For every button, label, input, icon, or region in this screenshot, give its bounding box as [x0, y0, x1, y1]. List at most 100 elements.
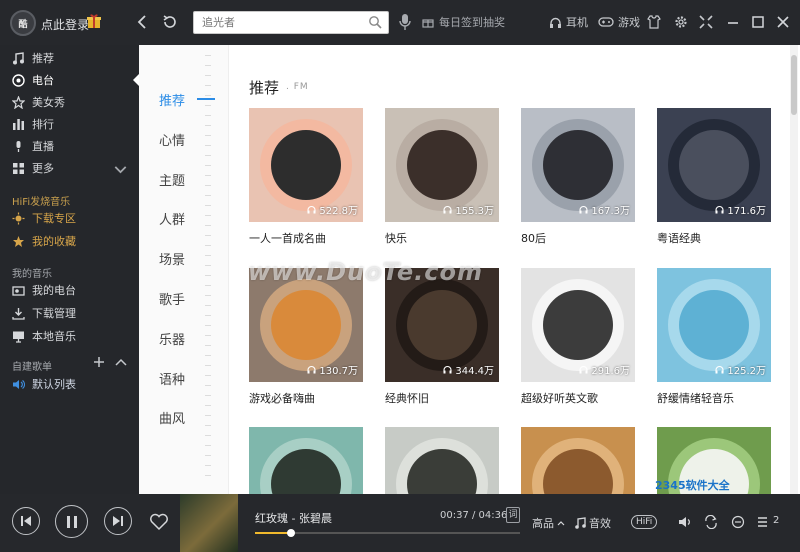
sidebar-item-local-music[interactable]: 本地音乐: [0, 325, 139, 347]
sidebar-item-ranking[interactable]: 排行: [0, 113, 139, 135]
sidebar-item-label: 下载管理: [32, 307, 76, 320]
sound-effect-button[interactable]: 音效: [575, 515, 611, 531]
sidebar-item-radio[interactable]: 电台: [0, 69, 139, 91]
plus-icon[interactable]: [93, 356, 105, 368]
player-bar: 红玫瑰 - 张碧晨 00:37 / 04:36 词 高品 音效 HiFi 2: [0, 494, 800, 552]
sidebar-item-download-zone[interactable]: 下载专区: [0, 207, 139, 229]
desktop-lyrics-icon[interactable]: [731, 515, 745, 529]
skin-icon[interactable]: [646, 14, 662, 30]
sidebar-item-recommend[interactable]: 推荐: [0, 47, 139, 69]
radio-card-cover[interactable]: 167.3万: [521, 108, 635, 222]
radio-card[interactable]: [249, 427, 363, 494]
sidebar-item-live[interactable]: 直播: [0, 135, 139, 157]
sidebar-item-beauty-show[interactable]: 美女秀: [0, 91, 139, 113]
gear-icon[interactable]: [673, 14, 689, 30]
download-icon: [12, 307, 25, 320]
playlist-icon[interactable]: [757, 515, 771, 529]
radio-card[interactable]: 167.3万 80后: [521, 108, 635, 245]
radio-card-cover[interactable]: 291.6万: [521, 268, 635, 382]
radio-card-cover[interactable]: 125.2万: [657, 268, 771, 382]
radio-card-cover[interactable]: [249, 427, 363, 494]
back-arrow-icon[interactable]: [135, 14, 151, 30]
album-cover[interactable]: [180, 494, 238, 552]
search-icon[interactable]: [368, 15, 382, 29]
close-icon[interactable]: [775, 14, 791, 30]
game-link[interactable]: 游戏: [598, 14, 640, 30]
microphone-icon[interactable]: [398, 13, 412, 31]
radio-card-name[interactable]: 粤语经典: [657, 230, 701, 246]
radio-card[interactable]: 522.8万一人一首成名曲: [249, 108, 363, 245]
star-icon: [12, 95, 25, 109]
radio-icon: [12, 285, 25, 296]
play-count-value: 344.4万: [455, 366, 494, 377]
search-box[interactable]: [193, 11, 389, 34]
radio-card[interactable]: 291.6万超级好听英文歌: [521, 268, 635, 405]
scrollbar-thumb[interactable]: [791, 55, 797, 115]
sidebar-item-default-list[interactable]: 默认列表: [0, 373, 139, 395]
chevron-up-icon[interactable]: [115, 357, 127, 367]
radio-card-cover[interactable]: [521, 427, 635, 494]
mini-mode-icon[interactable]: [698, 14, 714, 30]
gift-icon[interactable]: [86, 13, 102, 29]
radio-card[interactable]: [521, 427, 635, 494]
category-ruler: [205, 55, 217, 485]
heart-icon[interactable]: [149, 513, 169, 531]
radio-card-name[interactable]: 一人一首成名曲: [249, 230, 326, 246]
volume-icon[interactable]: [678, 515, 692, 529]
headphone-icon: [579, 365, 588, 374]
radio-card-cover[interactable]: [385, 427, 499, 494]
daily-checkin-button[interactable]: 每日签到抽奖: [422, 14, 505, 30]
previous-button[interactable]: [12, 507, 40, 535]
chevron-down-icon[interactable]: [114, 163, 127, 176]
radio-card-name[interactable]: 经典怀旧: [385, 390, 429, 406]
pause-button[interactable]: [55, 505, 88, 538]
sidebar-item-my-radio[interactable]: 我的电台: [0, 279, 139, 301]
radio-card-cover[interactable]: 171.6万: [657, 108, 771, 222]
sidebar-item-label: 默认列表: [32, 378, 76, 391]
refresh-icon[interactable]: [162, 14, 178, 30]
repeat-icon[interactable]: [704, 515, 718, 529]
radio-card-name[interactable]: 舒缓情绪轻音乐: [657, 390, 734, 406]
quality-selector[interactable]: 高品: [532, 515, 565, 531]
maximize-icon[interactable]: [750, 14, 766, 30]
category-crowd[interactable]: 人群: [159, 209, 185, 228]
category-instrument[interactable]: 乐器: [159, 329, 185, 348]
category-genre[interactable]: 曲风: [159, 408, 185, 427]
category-singer[interactable]: 歌手: [159, 289, 185, 308]
sidebar-item-download-manager[interactable]: 下载管理: [0, 302, 139, 324]
radio-card-cover[interactable]: 522.8万: [249, 108, 363, 222]
progress-bar[interactable]: [255, 529, 520, 537]
radio-card-name[interactable]: 游戏必备嗨曲: [249, 390, 315, 406]
radio-card[interactable]: 155.3万快乐: [385, 108, 499, 245]
earphone-link[interactable]: 耳机: [549, 14, 588, 30]
play-count-value: 291.6万: [591, 366, 630, 377]
next-button[interactable]: [104, 507, 132, 535]
radio-card-cover[interactable]: 155.3万: [385, 108, 499, 222]
lyrics-button[interactable]: 词: [506, 507, 520, 523]
progress-handle[interactable]: [286, 529, 295, 537]
radio-card[interactable]: 125.2万舒缓情绪轻音乐: [657, 268, 771, 405]
hifi-toggle[interactable]: HiFi: [631, 515, 658, 529]
sidebar-item-my-favorites[interactable]: 我的收藏: [0, 230, 139, 252]
earphone-label: 耳机: [566, 16, 588, 29]
active-category-indicator: [197, 98, 215, 100]
radio-card[interactable]: [385, 427, 499, 494]
app-logo[interactable]: 酷: [10, 10, 36, 36]
category-scene[interactable]: 场景: [159, 249, 185, 268]
login-link[interactable]: 点此登录: [41, 16, 89, 33]
radio-card[interactable]: 171.6万 粤语经典: [657, 108, 771, 245]
category-recommend[interactable]: 推荐: [159, 90, 185, 109]
category-mood[interactable]: 心情: [159, 130, 185, 149]
search-input[interactable]: [194, 12, 354, 33]
radio-card-name[interactable]: 80后: [521, 230, 546, 246]
gamepad-icon: [598, 17, 614, 27]
radio-card-name[interactable]: 快乐: [385, 230, 407, 246]
scrollbar[interactable]: [790, 45, 798, 494]
monitor-icon: [13, 331, 24, 343]
category-language[interactable]: 语种: [159, 369, 185, 388]
play-count: 171.6万: [715, 202, 766, 217]
minimize-icon[interactable]: [725, 14, 741, 30]
category-theme[interactable]: 主题: [159, 170, 185, 189]
radio-card-name[interactable]: 超级好听英文歌: [521, 390, 598, 406]
sidebar-item-more[interactable]: 更多: [0, 157, 139, 179]
